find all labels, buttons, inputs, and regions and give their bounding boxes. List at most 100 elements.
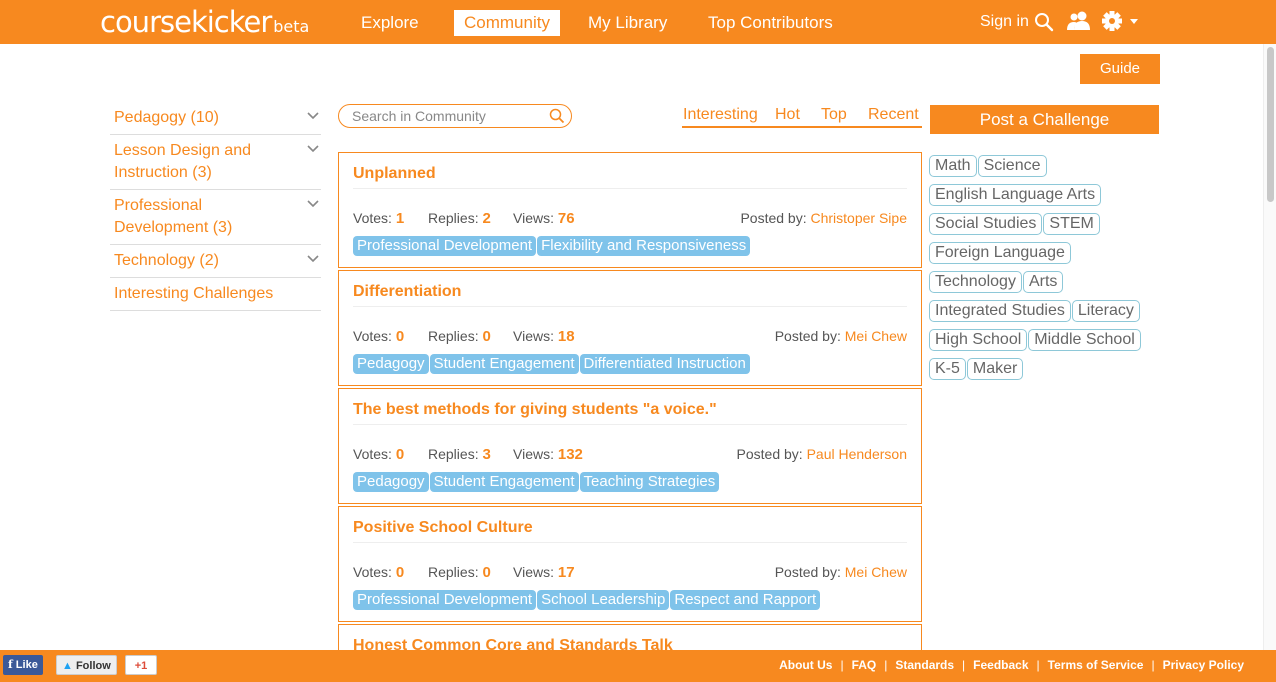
topic-chip[interactable]: Technology — [929, 271, 1022, 293]
tag-chip[interactable]: Flexibility and Responsiveness — [537, 236, 751, 256]
posted-by: Posted by: Christoper Sipe — [740, 210, 907, 226]
footer-link-standards[interactable]: Standards — [895, 658, 954, 672]
tag-chip[interactable]: Professional Development — [353, 590, 537, 610]
tag-chip[interactable]: Student Engagement — [429, 354, 579, 374]
tag-list: Professional Development School Leadershi… — [353, 590, 821, 610]
topic-chip[interactable]: Literacy — [1071, 300, 1140, 322]
page-scrollbar[interactable] — [1263, 44, 1276, 650]
votes-stat: Votes: 0 — [353, 446, 404, 463]
author-link[interactable]: Mei Chew — [845, 564, 907, 580]
coursekicker-logo[interactable]: coursekicker beta — [100, 5, 309, 39]
facebook-like-button[interactable]: f Like — [3, 655, 43, 675]
twitter-follow-button[interactable]: ▲ Follow — [56, 655, 117, 675]
topic-chip[interactable]: K-5 — [929, 358, 966, 380]
votes-stat: Votes: 0 — [353, 564, 404, 581]
votes-label: Votes: — [353, 564, 392, 580]
posted-by-label: Posted by: — [774, 564, 841, 580]
footer-links: About Us | FAQ | Standards | Feedback | Terms of… — [779, 658, 1244, 672]
footer-link-terms[interactable]: Terms of Service — [1048, 658, 1144, 672]
challenge-title[interactable]: Positive School Culture — [353, 519, 907, 543]
sign-in-link[interactable]: Sign in — [980, 13, 1029, 31]
votes-stat: Votes: 0 — [353, 328, 404, 345]
tab-recent[interactable]: Recent — [868, 106, 919, 124]
challenge-title[interactable]: The best methods for giving students "a … — [353, 401, 907, 425]
search-input[interactable] — [352, 107, 542, 125]
chevron-down-icon[interactable] — [307, 200, 319, 208]
author-link[interactable]: Christoper Sipe — [811, 210, 908, 226]
tag-list: Pedagogy Student Engagement Teaching Strat… — [353, 472, 720, 492]
logo-beta: beta — [273, 17, 310, 36]
top-navbar: coursekicker beta Explore Community My Li… — [0, 0, 1276, 44]
tag-chip[interactable]: School Leadership — [537, 590, 670, 610]
scrollbar-thumb[interactable] — [1267, 47, 1274, 202]
tag-chip[interactable]: Pedagogy — [353, 354, 429, 374]
replies-count: 3 — [482, 446, 491, 463]
sidebar-item-label: Lesson Design and Instruction (3) — [114, 142, 251, 181]
tag-list: Professional Development Flexibility and … — [353, 236, 751, 256]
chevron-down-icon[interactable] — [307, 255, 319, 263]
topic-chip[interactable]: Integrated Studies — [929, 300, 1071, 322]
tab-top[interactable]: Top — [821, 106, 847, 124]
chevron-down-icon[interactable] — [307, 112, 319, 120]
footer-link-about-us[interactable]: About Us — [779, 658, 832, 672]
nav-community[interactable]: Community — [454, 10, 560, 36]
sidebar-item-lesson-design[interactable]: Lesson Design and Instruction (3) — [110, 135, 321, 190]
search-icon[interactable] — [1034, 12, 1054, 32]
replies-label: Replies: — [428, 564, 479, 580]
challenge-card: Unplanned Votes: 1 Replies: 2 Views: 76 … — [338, 152, 922, 268]
topic-chip[interactable]: English Language Arts — [929, 184, 1102, 206]
topic-chip[interactable]: Maker — [966, 358, 1024, 380]
nav-explore[interactable]: Explore — [351, 10, 429, 36]
follow-label: Follow — [75, 660, 111, 672]
post-challenge-button[interactable]: Post a Challenge — [930, 105, 1159, 134]
gear-icon[interactable] — [1101, 10, 1141, 34]
nav-my-library[interactable]: My Library — [578, 10, 677, 36]
tag-chip[interactable]: Teaching Strategies — [579, 472, 720, 492]
views-label: Views: — [513, 328, 554, 344]
footer-link-faq[interactable]: FAQ — [852, 658, 877, 672]
views-stat: Views: 76 — [513, 210, 575, 227]
separator: | — [840, 658, 844, 672]
footer-link-feedback[interactable]: Feedback — [973, 658, 1028, 672]
views-label: Views: — [513, 446, 554, 462]
topic-chip[interactable]: Math — [929, 155, 977, 177]
tag-chip[interactable]: Respect and Rapport — [670, 590, 821, 610]
author-link[interactable]: Paul Henderson — [807, 446, 907, 462]
replies-stat: Replies: 2 — [428, 210, 491, 227]
topic-chip[interactable]: Foreign Language — [929, 242, 1071, 264]
topic-chip[interactable]: STEM — [1043, 213, 1100, 235]
logo-text: coursekicker — [100, 5, 272, 39]
topic-chip[interactable]: Arts — [1022, 271, 1064, 293]
community-search — [338, 104, 572, 128]
author-link[interactable]: Mei Chew — [845, 328, 907, 344]
posted-by: Posted by: Mei Chew — [775, 564, 907, 580]
tab-interesting[interactable]: Interesting — [683, 106, 758, 124]
tag-chip[interactable]: Pedagogy — [353, 472, 429, 492]
challenge-title[interactable]: Unplanned — [353, 165, 907, 189]
category-sidebar: Pedagogy (10) Lesson Design and Instruct… — [110, 102, 321, 311]
tag-chip[interactable]: Differentiated Instruction — [579, 354, 750, 374]
topic-chip[interactable]: Middle School — [1028, 329, 1141, 351]
challenge-title[interactable]: Differentiation — [353, 283, 907, 307]
votes-count: 1 — [395, 210, 405, 227]
facebook-icon: f — [8, 658, 13, 671]
nav-top-contributors[interactable]: Top Contributors — [698, 10, 843, 36]
sidebar-item-pedagogy[interactable]: Pedagogy (10) — [110, 102, 321, 135]
google-plus-label: +1 — [134, 660, 148, 672]
guide-button[interactable]: Guide — [1080, 54, 1160, 84]
chevron-down-icon[interactable] — [307, 145, 319, 153]
topic-chip[interactable]: Social Studies — [929, 213, 1043, 235]
tab-hot[interactable]: Hot — [775, 106, 800, 124]
google-plus-button[interactable]: +1 — [125, 655, 157, 675]
footer-link-privacy[interactable]: Privacy Policy — [1163, 658, 1244, 672]
tag-chip[interactable]: Professional Development — [353, 236, 537, 256]
topic-chip[interactable]: Science — [977, 155, 1047, 177]
tag-chip[interactable]: Student Engagement — [429, 472, 579, 492]
topic-chip[interactable]: High School — [929, 329, 1028, 351]
search-icon[interactable] — [549, 108, 565, 124]
sidebar-item-professional-development[interactable]: Professional Development (3) — [110, 190, 321, 245]
sidebar-item-technology[interactable]: Technology (2) — [110, 245, 321, 278]
sidebar-item-interesting-challenges[interactable]: Interesting Challenges — [110, 278, 321, 311]
separator: | — [1036, 658, 1040, 672]
users-icon[interactable] — [1066, 10, 1092, 32]
